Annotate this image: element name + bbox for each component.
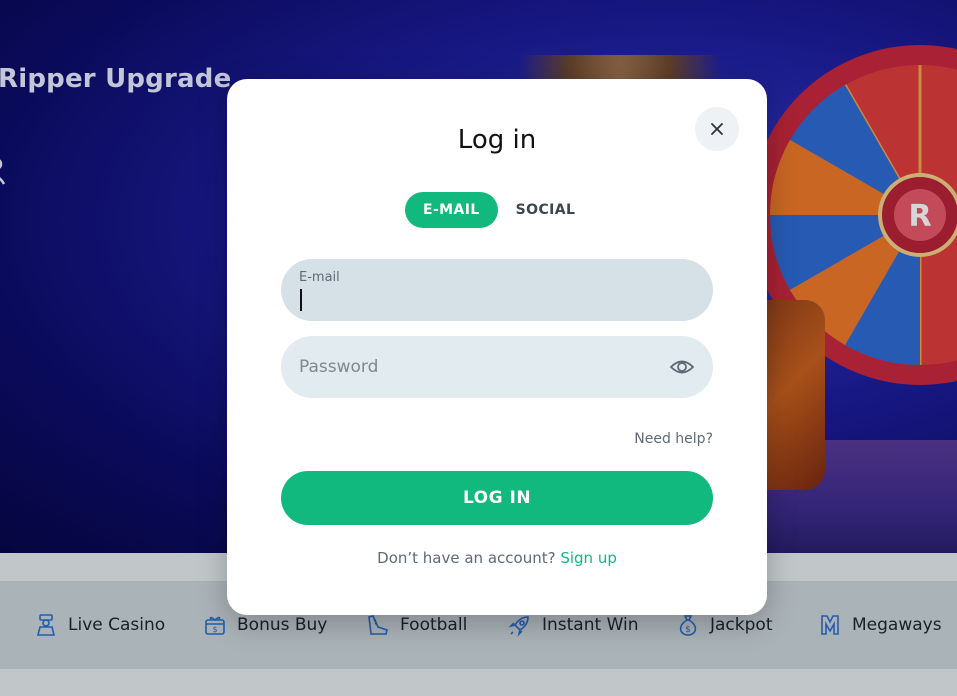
need-help-link[interactable]: Need help? [587, 431, 713, 447]
close-icon [711, 123, 723, 135]
login-modal: Log in E-MAIL SOCIAL E-mail Need help? L… [227, 79, 767, 615]
signup-link[interactable]: Sign up [560, 549, 617, 567]
eye-icon[interactable] [669, 355, 695, 379]
password-input[interactable] [299, 355, 659, 379]
email-label: E-mail [299, 270, 340, 285]
login-method-tabs: E-MAIL SOCIAL [405, 192, 593, 228]
password-field[interactable] [281, 336, 713, 398]
modal-title: Log in [457, 125, 537, 155]
tab-email[interactable]: E-MAIL [405, 192, 498, 228]
close-button[interactable] [695, 107, 739, 151]
signup-prompt: Don’t have an account? Sign up [227, 549, 767, 567]
text-cursor [300, 289, 302, 311]
no-account-text: Don’t have an account? [377, 549, 556, 567]
login-button[interactable]: LOG IN [281, 471, 713, 525]
email-input[interactable] [299, 289, 679, 313]
email-field[interactable]: E-mail [281, 259, 713, 321]
tab-social[interactable]: SOCIAL [498, 192, 594, 228]
